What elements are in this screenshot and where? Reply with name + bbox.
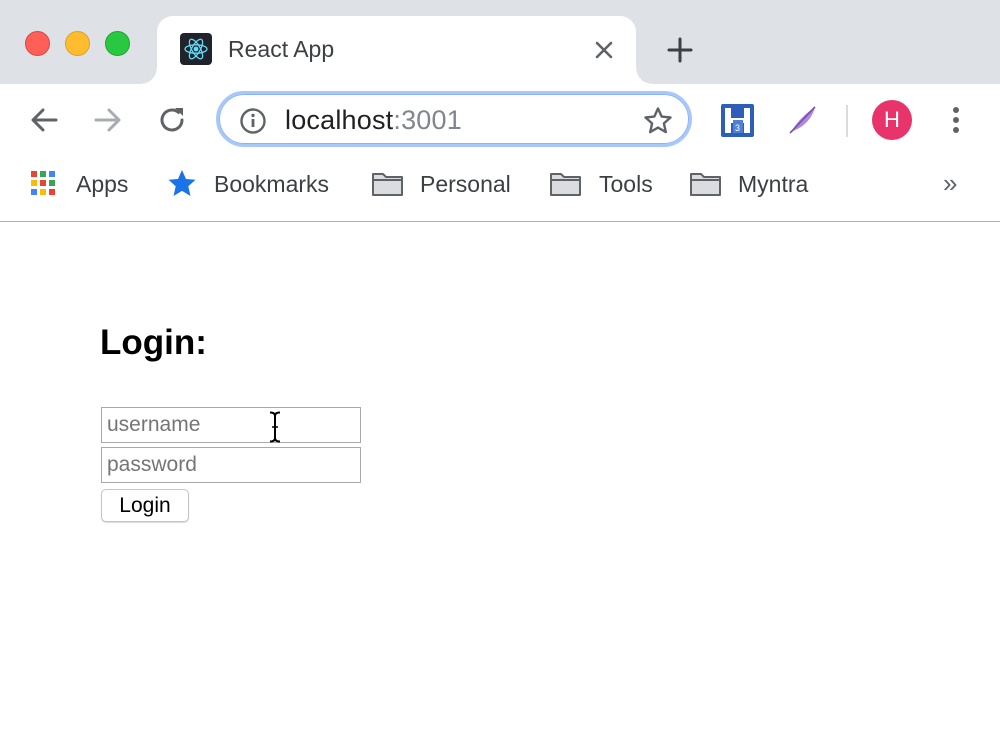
page-content: Login: Login (0, 222, 1000, 750)
folder-icon (549, 168, 581, 200)
back-icon[interactable] (28, 104, 60, 136)
menu-icon[interactable] (944, 104, 968, 136)
close-window-button[interactable] (25, 31, 50, 56)
tab-react-app[interactable]: React App (141, 16, 652, 84)
tab-strip: React App (0, 0, 1000, 84)
folder-icon (371, 168, 403, 200)
url-text: localhost:3001 (285, 105, 462, 136)
page-title: Login: (100, 323, 207, 362)
url-host: localhost (285, 105, 394, 135)
address-bar[interactable]: localhost:3001 (216, 91, 692, 147)
tab-title: React App (228, 36, 335, 62)
toolbar-divider (846, 105, 848, 137)
extension-icon[interactable]: 3 (721, 104, 754, 137)
maximize-window-button[interactable] (105, 31, 130, 56)
bookmark-star-icon[interactable] (642, 105, 674, 137)
star-icon (166, 168, 198, 200)
text-cursor-icon (268, 411, 282, 443)
bookmarks-bar: Apps Bookmarks Personal Tools Myntra (0, 154, 1000, 222)
close-tab-icon[interactable] (592, 38, 616, 62)
bookmark-label: Myntra (738, 171, 809, 197)
profile-avatar[interactable]: H (872, 100, 912, 140)
bookmarks-overflow-icon[interactable]: » (943, 168, 957, 199)
password-input[interactable] (101, 447, 361, 483)
url-port: :3001 (393, 105, 462, 135)
info-icon[interactable] (239, 107, 267, 135)
bookmark-label: Tools (599, 171, 653, 197)
react-logo-icon (180, 33, 212, 65)
feather-extension-icon[interactable] (786, 104, 818, 136)
bookmark-label: Personal (420, 171, 511, 197)
browser-toolbar: localhost:3001 3 H (0, 84, 1000, 154)
bookmark-label: Bookmarks (214, 171, 330, 197)
folder-icon (689, 168, 721, 200)
new-tab-icon[interactable] (666, 36, 694, 64)
minimize-window-button[interactable] (65, 31, 90, 56)
svg-text:3: 3 (735, 123, 740, 133)
login-button[interactable]: Login (101, 489, 189, 522)
apps-grid-icon (28, 168, 60, 200)
reload-icon[interactable] (156, 104, 188, 136)
forward-icon[interactable] (92, 104, 124, 136)
username-input[interactable] (101, 407, 361, 443)
bookmark-label: Apps (76, 171, 129, 197)
